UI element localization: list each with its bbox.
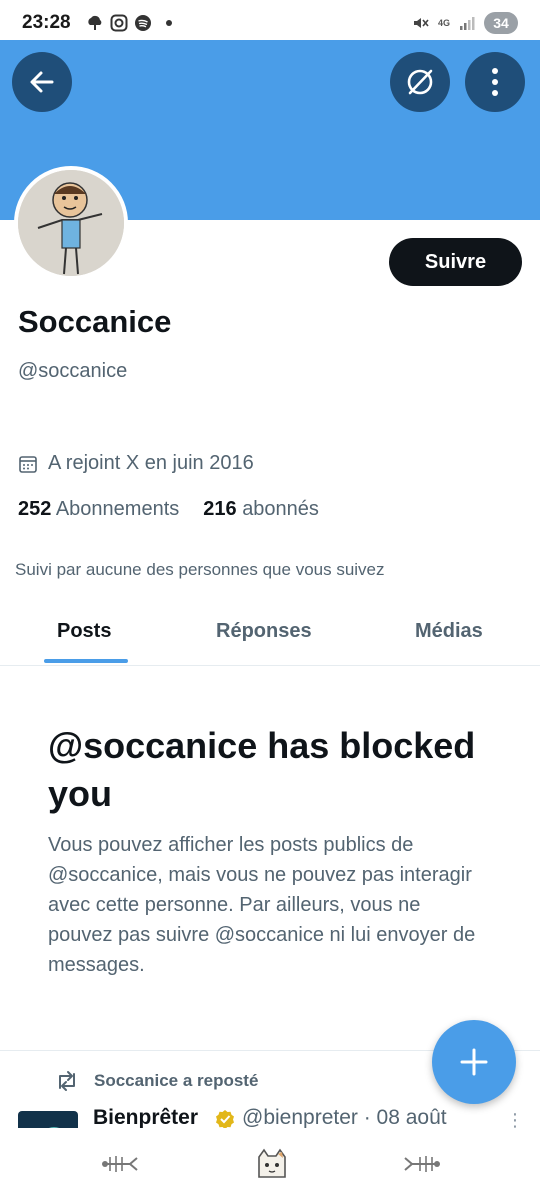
joined-date: A rejoint X en juin 2016 (18, 452, 254, 475)
plus-icon (460, 1048, 488, 1076)
post-more-icon[interactable]: ⋮ (506, 1110, 524, 1128)
grok-button[interactable] (390, 52, 450, 112)
following-label: Abonnements (55, 498, 180, 520)
blocked-message: Vous pouvez afficher les posts publics d… (48, 834, 476, 976)
follow-stats: 252 Abonnements 216 abonnés (18, 498, 319, 521)
tab-posts[interactable]: Posts (57, 620, 111, 643)
calendar-icon (19, 455, 37, 473)
active-tab-indicator (44, 659, 128, 663)
compose-post-button[interactable] (432, 1020, 516, 1104)
back-button[interactable] (12, 52, 72, 112)
avatar-drawing (18, 170, 124, 276)
fish-bone-icon (404, 1156, 440, 1172)
tab-replies[interactable]: Réponses (216, 620, 312, 643)
grok-icon (407, 69, 433, 95)
repost-indicator[interactable]: Soccanice a reposté (54, 1070, 258, 1092)
followers-label: abonnés (242, 498, 319, 520)
followers-link[interactable]: 216 abonnés (203, 498, 319, 521)
tab-media[interactable]: Médias (415, 620, 483, 643)
status-bar: 23:28 4G 34 (0, 0, 540, 40)
verified-badge-icon (216, 1110, 234, 1128)
repost-icon (59, 1071, 75, 1091)
status-time: 23:28 (22, 12, 71, 33)
post-author-avatar[interactable] (18, 1111, 78, 1128)
network-label: 4G (437, 17, 450, 28)
post-author-name[interactable]: Bienprêter (93, 1106, 198, 1128)
more-options-button[interactable] (465, 52, 525, 112)
signal-icon (458, 14, 476, 32)
follow-button[interactable]: Suivre (389, 238, 522, 286)
display-name: Soccanice (18, 304, 172, 339)
following-count: 252 (18, 498, 52, 520)
profile-handle: @soccanice (18, 360, 128, 382)
bottom-navigation (0, 1128, 540, 1200)
followers-count: 216 (203, 498, 237, 520)
status-icons-right: 4G 34 (412, 12, 518, 34)
post-item[interactable]: Bienprêter @bienpreter · 08 août ⋮ (18, 1104, 528, 1128)
blocked-title: @soccanice has blocked you (48, 725, 476, 814)
post-handle-date: @bienpreter · 08 août (242, 1106, 447, 1128)
battery-icon: 34 (484, 12, 518, 34)
followed-by-text: Suivi par aucune des personnes que vous … (15, 560, 385, 579)
following-link[interactable]: 252 Abonnements (18, 498, 179, 521)
repost-label: Soccanice a reposté (94, 1071, 259, 1090)
nav-fish-bone-left[interactable] (100, 1146, 140, 1182)
notification-dot (166, 20, 172, 26)
mute-icon (412, 14, 430, 32)
instagram-icon (110, 14, 128, 32)
profile-avatar[interactable] (14, 166, 128, 280)
spotify-icon (134, 14, 152, 32)
more-vertical-icon (492, 68, 498, 96)
status-icons-left (86, 14, 172, 32)
nav-cat[interactable] (252, 1146, 292, 1182)
joined-text: A rejoint X en juin 2016 (48, 452, 254, 474)
arrow-left-icon (30, 71, 54, 93)
fish-bone-icon (102, 1156, 138, 1172)
cat-icon (258, 1148, 286, 1178)
weather-icon (86, 14, 104, 32)
nav-fish-bone-right[interactable] (402, 1146, 442, 1182)
profile-tabs: Posts Réponses Médias (0, 600, 540, 666)
